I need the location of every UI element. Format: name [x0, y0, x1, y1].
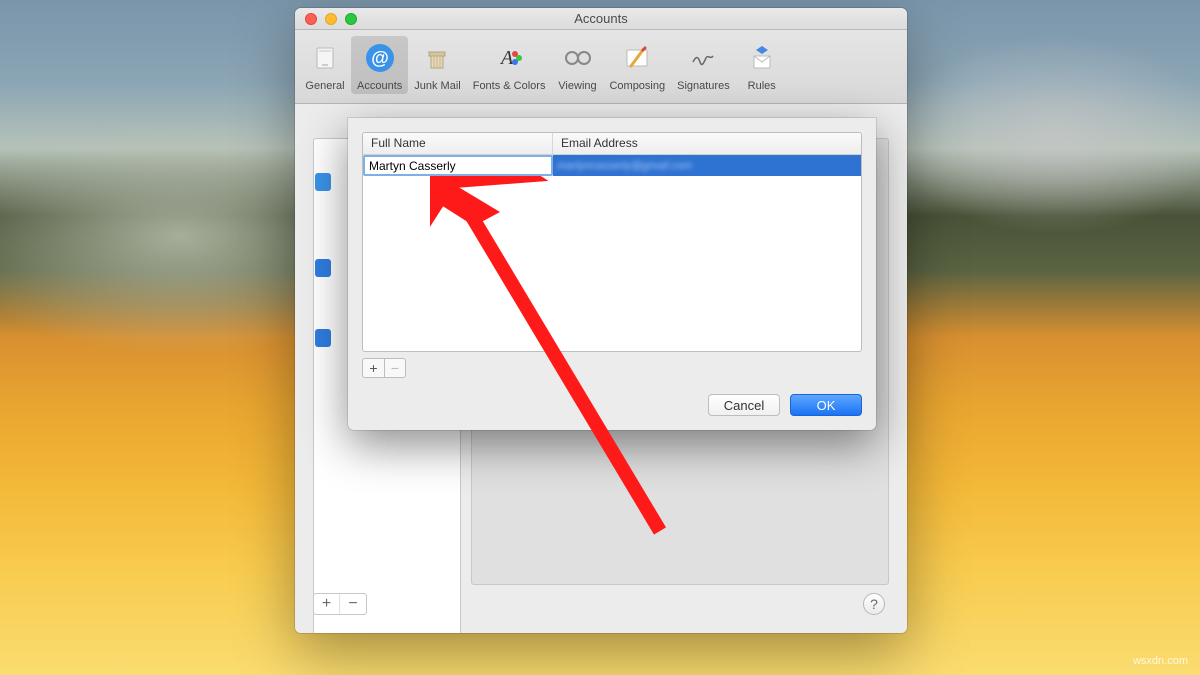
toolbar-item-accounts[interactable]: @ Accounts: [351, 36, 408, 94]
email-addresses-dialog: Full Name Email Address martyncasserly@g…: [348, 118, 876, 430]
toolbar-label: Rules: [748, 80, 776, 92]
zoom-icon[interactable]: [345, 13, 357, 25]
toolbar-label: Composing: [609, 80, 665, 92]
add-address-button[interactable]: +: [362, 358, 384, 378]
toolbar-item-signatures[interactable]: Signatures: [671, 36, 736, 94]
toolbar-label: General: [305, 80, 344, 92]
cancel-button[interactable]: Cancel: [708, 394, 780, 416]
column-header-email-address[interactable]: Email Address: [553, 133, 861, 154]
composing-icon: [619, 40, 655, 76]
rules-icon: [744, 40, 780, 76]
toolbar-label: Accounts: [357, 80, 402, 92]
window-title: Accounts: [295, 11, 907, 26]
remove-address-button: −: [384, 358, 406, 378]
dialog-buttons: Cancel OK: [708, 394, 862, 416]
full-name-input[interactable]: [365, 157, 551, 174]
svg-text:@: @: [371, 48, 389, 68]
toolbar-item-junk-mail[interactable]: Junk Mail: [408, 36, 466, 94]
toolbar-label: Viewing: [558, 80, 596, 92]
account-item-indicator: [315, 173, 331, 191]
email-address-cell[interactable]: martyncasserly@gmail.com: [553, 155, 861, 176]
toolbar-item-composing[interactable]: Composing: [603, 36, 671, 94]
sidebar-add-remove: + −: [313, 593, 367, 615]
toolbar-label: Junk Mail: [414, 80, 460, 92]
traffic-lights: [295, 13, 357, 25]
account-item-indicator: [315, 329, 331, 347]
toolbar-label: Fonts & Colors: [473, 80, 546, 92]
remove-account-button[interactable]: −: [340, 594, 366, 614]
toolbar-item-rules[interactable]: Rules: [736, 36, 788, 94]
toolbar-item-fonts-colors[interactable]: A Fonts & Colors: [467, 36, 552, 94]
add-account-button[interactable]: +: [314, 594, 340, 614]
signatures-icon: [685, 40, 721, 76]
junk-mail-icon: [419, 40, 455, 76]
table-footer-controls: + −: [362, 358, 862, 378]
toolbar-item-general[interactable]: General: [299, 36, 351, 94]
account-item-indicator: [315, 259, 331, 277]
accounts-icon: @: [362, 40, 398, 76]
titlebar: Accounts: [295, 8, 907, 30]
general-icon: [307, 40, 343, 76]
fonts-colors-icon: A: [491, 40, 527, 76]
toolbar-item-viewing[interactable]: Viewing: [551, 36, 603, 94]
viewing-icon: [559, 40, 595, 76]
close-icon[interactable]: [305, 13, 317, 25]
watermark: wsxdn.com: [1133, 655, 1188, 667]
ok-button[interactable]: OK: [790, 394, 862, 416]
email-address-value: martyncasserly@gmail.com: [557, 160, 692, 172]
table-header: Full Name Email Address: [363, 133, 861, 155]
toolbar-label: Signatures: [677, 80, 730, 92]
preferences-toolbar: General @ Accounts Junk Mail A Fonts & C…: [295, 30, 907, 104]
minimize-icon[interactable]: [325, 13, 337, 25]
column-header-full-name[interactable]: Full Name: [363, 133, 553, 154]
svg-text:A: A: [499, 47, 514, 69]
help-button[interactable]: ?: [863, 593, 885, 615]
addresses-table: Full Name Email Address martyncasserly@g…: [362, 132, 862, 352]
full-name-cell[interactable]: [363, 155, 553, 176]
table-row[interactable]: martyncasserly@gmail.com: [363, 155, 861, 176]
